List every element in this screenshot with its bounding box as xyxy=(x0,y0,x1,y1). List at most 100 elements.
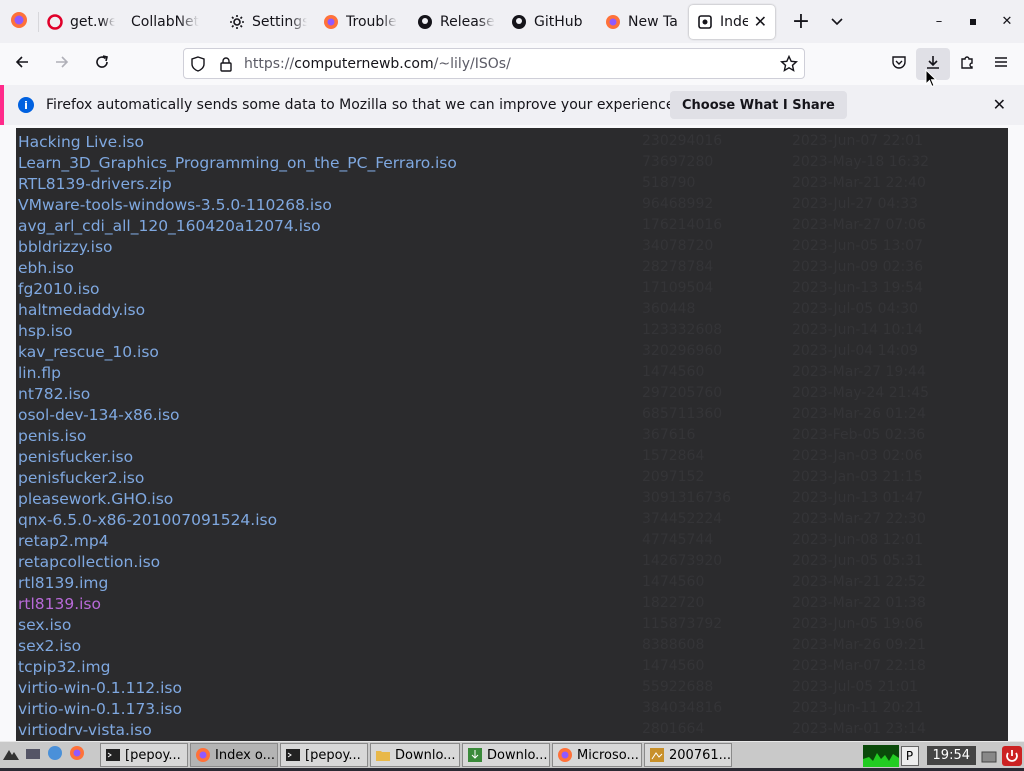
file-link[interactable]: rtl8139.iso xyxy=(18,595,101,613)
file-link[interactable]: virtiodrv-vista.iso xyxy=(18,721,152,739)
file-link[interactable]: fg2010.iso xyxy=(18,280,100,298)
list-all-tabs-button[interactable] xyxy=(819,5,855,39)
file-link[interactable]: RTL8139-drivers.zip xyxy=(18,175,172,193)
minimize-button[interactable]: – xyxy=(922,5,956,39)
volume-icon[interactable] xyxy=(980,747,998,765)
file-link[interactable]: qnx-6.5.0-x86-201007091524.iso xyxy=(18,511,277,529)
star-icon[interactable] xyxy=(779,54,799,77)
power-icon[interactable] xyxy=(1002,745,1022,766)
taskbar-task[interactable]: Index o... xyxy=(190,743,278,767)
tab-3[interactable]: Trouble xyxy=(315,5,409,39)
taskbar-task[interactable]: Downlo... xyxy=(370,743,460,767)
file-link[interactable]: rtl8139.img xyxy=(18,574,108,592)
app-menu-button[interactable] xyxy=(984,48,1018,80)
taskbar-task[interactable]: [pepoy... xyxy=(280,743,368,767)
file-link[interactable]: bbldrizzy.iso xyxy=(18,238,113,256)
file-link[interactable]: tcpip32.img xyxy=(18,658,110,676)
tab-1[interactable]: CollabNet xyxy=(123,5,221,39)
taskbar-task[interactable]: 200761... xyxy=(644,743,732,767)
taskbar-task[interactable]: [pepoy... xyxy=(100,743,188,767)
pocket-button[interactable] xyxy=(882,48,916,80)
desktop-icon xyxy=(25,746,41,765)
shield-icon[interactable] xyxy=(184,55,212,72)
directory-listing: Hacking Live.iso 230294016 2023-Jun-07 22:… xyxy=(16,128,1008,744)
file-link[interactable]: avg_arl_cdi_all_120_160420a12074.iso xyxy=(18,217,321,235)
file-link[interactable]: sex2.iso xyxy=(18,637,81,655)
file-link[interactable]: lin.flp xyxy=(18,364,61,382)
task-label: Downlo... xyxy=(395,747,456,763)
list-item: lin.flp 1474560 2023-Mar-27 19:44 xyxy=(16,364,1008,385)
list-item: kav_rescue_10.iso 320296960 2023-Jul-04 14… xyxy=(16,343,1008,364)
firefox-icon xyxy=(323,14,339,30)
file-link[interactable]: Learn_3D_Graphics_Programming_on_the_PC_… xyxy=(18,154,457,172)
forward-button[interactable] xyxy=(44,48,80,80)
browser-launcher[interactable] xyxy=(66,743,88,767)
tab-2[interactable]: Settings xyxy=(221,5,315,39)
file-link[interactable]: penisfucker.iso xyxy=(18,448,133,466)
maximize-button[interactable] xyxy=(956,5,990,39)
firefox-icon xyxy=(557,747,573,763)
url-text: https://computernewb.com/~lily/ISOs/ xyxy=(244,55,511,72)
arrow-left-icon xyxy=(14,54,30,74)
new-tab-button[interactable]: + xyxy=(783,5,819,39)
start-menu-button[interactable] xyxy=(0,743,22,767)
tab-6[interactable]: New Ta xyxy=(597,5,689,39)
file-link[interactable]: sex.iso xyxy=(18,616,71,634)
close-tab-icon[interactable]: ✕ xyxy=(754,12,767,31)
file-size: 518790 xyxy=(642,175,696,191)
close-notification-icon[interactable]: ✕ xyxy=(993,95,1006,114)
file-link[interactable]: retap2.mp4 xyxy=(18,532,109,550)
file-link[interactable]: penis.iso xyxy=(18,427,86,445)
list-item: penis.iso 367616 2023-Feb-05 02:36 xyxy=(16,427,1008,448)
clock[interactable]: 19:54 xyxy=(926,746,976,765)
tab-5[interactable]: GitHub xyxy=(503,5,597,39)
file-link[interactable]: virtio-win-0.1.173.iso xyxy=(18,700,182,718)
file-link[interactable]: osol-dev-134-x86.iso xyxy=(18,406,180,424)
file-date: 2023-Jun-09 02:36 xyxy=(792,259,923,275)
taskbar: [pepoy... Index o... [pepoy... Downlo... Dow… xyxy=(0,741,1024,768)
list-item: tcpip32.img 1474560 2023-Mar-07 22:18 xyxy=(16,658,1008,679)
taskbar-task[interactable]: Downlo... xyxy=(462,743,550,767)
extensions-button[interactable] xyxy=(950,48,984,80)
file-link[interactable]: hsp.iso xyxy=(18,322,73,340)
task-label: 200761... xyxy=(669,747,732,763)
firefox-view-button[interactable] xyxy=(0,0,38,43)
file-link[interactable]: pleasework.GHO.iso xyxy=(18,490,173,508)
reload-button[interactable] xyxy=(84,48,120,80)
close-window-button[interactable]: ✕ xyxy=(990,5,1024,39)
list-item: Learn_3D_Graphics_Programming_on_the_PC_… xyxy=(16,154,1008,175)
tab-0[interactable]: get.wel xyxy=(39,5,123,39)
file-link[interactable]: virtio-win-0.1.112.iso xyxy=(18,679,182,697)
lock-icon[interactable] xyxy=(212,56,240,72)
file-date: 2023-Jul-05 04:30 xyxy=(792,301,919,317)
file-link[interactable]: penisfucker2.iso xyxy=(18,469,144,487)
show-desktop-button[interactable] xyxy=(22,743,44,767)
file-size: 360448 xyxy=(642,301,696,317)
url-bar[interactable]: https://computernewb.com/~lily/ISOs/ xyxy=(183,48,805,79)
firefox-icon xyxy=(10,11,28,33)
hamburger-icon xyxy=(993,54,1009,74)
scrollbar[interactable] xyxy=(1008,126,1024,744)
file-size: 115873792 xyxy=(642,616,723,632)
file-size: 230294016 xyxy=(642,133,723,149)
file-link[interactable]: Hacking Live.iso xyxy=(18,133,144,151)
file-link[interactable]: haltmedaddy.iso xyxy=(18,301,145,319)
choose-what-i-share-button[interactable]: Choose What I Share xyxy=(670,91,847,119)
file-link[interactable]: VMware-tools-windows-3.5.0-110268.iso xyxy=(18,196,332,214)
file-date: 2023-Jun-05 19:06 xyxy=(792,616,923,632)
tab-4[interactable]: Release xyxy=(409,5,503,39)
list-item: penisfucker2.iso 2097152 2023-Jan-03 21:15 xyxy=(16,469,1008,490)
tab-label: Settings xyxy=(252,13,307,30)
maximize-icon xyxy=(970,18,976,25)
mouse-cursor-icon xyxy=(925,68,938,92)
file-link[interactable]: retapcollection.iso xyxy=(18,553,160,571)
file-link[interactable]: kav_rescue_10.iso xyxy=(18,343,159,361)
file-link[interactable]: nt782.iso xyxy=(18,385,90,403)
file-manager-launcher[interactable] xyxy=(44,743,66,767)
keyboard-layout-icon[interactable]: P xyxy=(900,745,919,766)
taskbar-task[interactable]: Microso... xyxy=(552,743,642,767)
file-link[interactable]: ebh.iso xyxy=(18,259,74,277)
back-button[interactable] xyxy=(4,48,40,80)
pocket-icon xyxy=(891,54,907,74)
tab-active[interactable]: Index ✕ xyxy=(689,4,775,39)
